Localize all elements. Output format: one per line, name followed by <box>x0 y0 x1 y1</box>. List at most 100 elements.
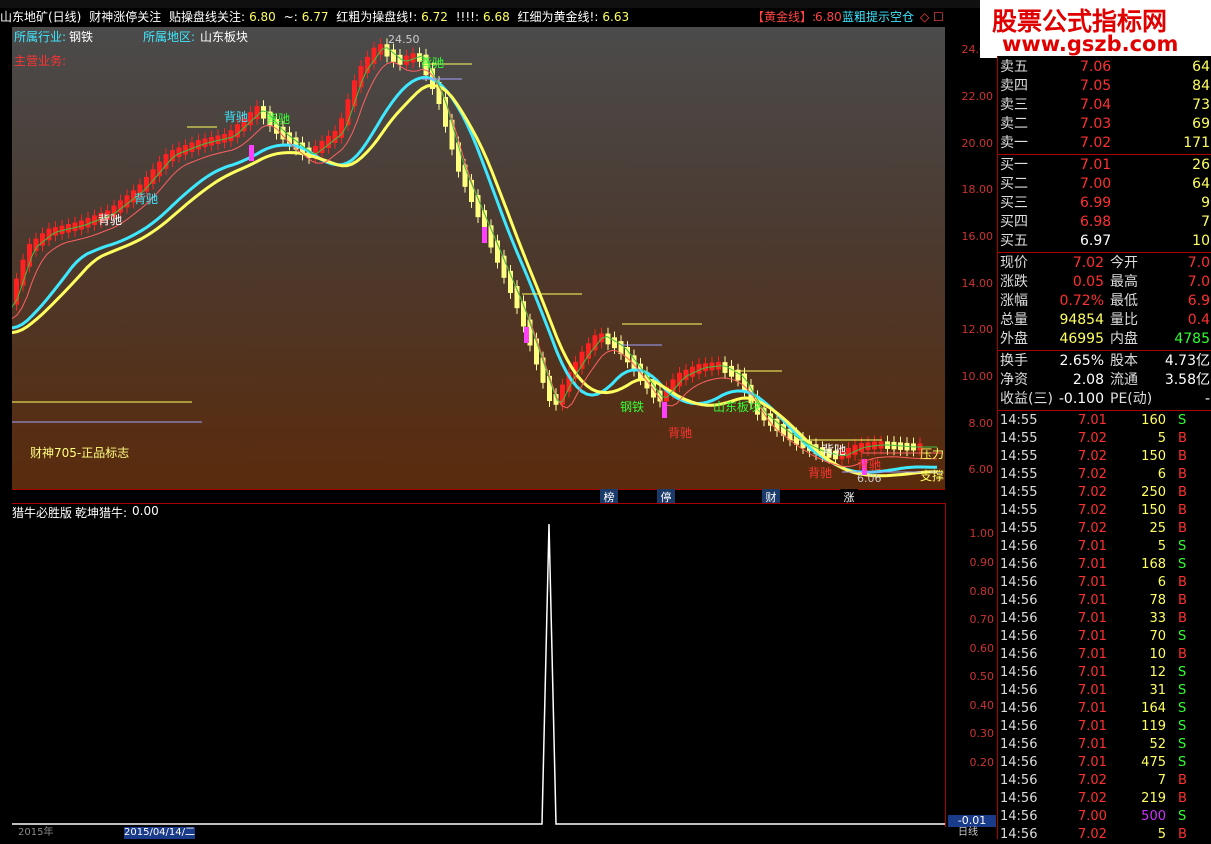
bid-price: 6.98 <box>1080 214 1112 230</box>
stats-row: 换手 2.65% 股本 4.73亿 <box>998 352 1211 371</box>
ask-volume: 69 <box>1192 116 1210 132</box>
line-label-3: 红粗为操盘线!: <box>336 10 418 24</box>
panel-toggle-icon[interactable]: ◇ ☐ <box>920 8 944 27</box>
ask-row[interactable]: 卖二 7.03 69 <box>998 115 1211 134</box>
ma-short-line <box>12 61 937 468</box>
price-tick-label: 16.00 <box>961 230 994 243</box>
quote-row: 涨跌 0.05 最高 7.0 <box>998 273 1211 292</box>
bid-label: 买一 <box>1000 157 1028 173</box>
tick-side: B <box>1178 773 1187 788</box>
tick-side: B <box>1178 593 1187 608</box>
tick-side: S <box>1178 413 1187 428</box>
ask-volume: 64 <box>1192 59 1210 75</box>
date-label[interactable]: 2015/04/14/二 <box>124 827 196 839</box>
price-tick-label: 18.00 <box>961 183 994 197</box>
tick-time: 14:56 <box>1000 611 1038 626</box>
divergence-tag: 背驰 <box>266 112 291 126</box>
tick-volume: 150 <box>1141 449 1166 464</box>
tick-volume: 31 <box>1149 683 1166 698</box>
tick-side: B <box>1178 521 1187 536</box>
divergence-tag: 背驰 <box>420 56 445 70</box>
tick-time: 14:56 <box>1000 827 1038 842</box>
trade-tick-row: 14:56 7.01 119 S <box>998 718 1211 736</box>
signal-bang[interactable]: 榜 <box>600 489 618 504</box>
bid-row[interactable]: 买四 6.98 7 <box>998 213 1211 232</box>
quote-row: 现价 7.02 今开 7.0 <box>998 254 1211 273</box>
tick-volume: 164 <box>1141 701 1166 716</box>
tick-price: 7.01 <box>1078 539 1107 554</box>
trade-tick-row: 14:55 7.02 6 B <box>998 466 1211 484</box>
quote-label: 涨跌 <box>1000 274 1028 290</box>
tick-time: 14:55 <box>1000 503 1038 518</box>
tick-side: B <box>1178 647 1187 662</box>
bid-label: 买三 <box>1000 195 1028 211</box>
trade-tick-row: 14:55 7.02 5 B <box>998 430 1211 448</box>
quote-label: 外盘 <box>1000 331 1028 347</box>
ask-row[interactable]: 卖三 7.04 73 <box>998 96 1211 115</box>
bid-volume: 26 <box>1192 157 1210 173</box>
region-label: 所属地区: <box>143 30 196 44</box>
quote-value-2: 7.0 <box>1187 274 1210 290</box>
ask-row[interactable]: 卖一 7.02 171 <box>998 134 1211 153</box>
tick-side: S <box>1178 557 1187 572</box>
indicator-tick-label: 0.60 <box>969 641 995 655</box>
candle-body <box>579 351 585 369</box>
trade-tick-row: 14:55 7.02 150 B <box>998 448 1211 466</box>
trade-tick-row: 14:56 7.01 10 B <box>998 646 1211 664</box>
tick-time: 14:56 <box>1000 665 1038 680</box>
ask-price: 7.03 <box>1080 116 1112 132</box>
indicator-axis: -0.01 1.00 0.90 0.80 0.70 0.60 0.50 0.40 0.30 0.… <box>945 503 998 827</box>
candle-body <box>605 333 611 345</box>
chart-title-bar: 山东地矿(日线) 财神涨停关注 贴操盘线关注: 6.80 ~: 6.77 红粗为操盘… <box>0 8 996 27</box>
candle-body <box>846 447 851 458</box>
tick-volume: 33 <box>1149 611 1166 626</box>
bid-row[interactable]: 买一 7.01 26 <box>998 156 1211 175</box>
trade-tick-row: 14:56 7.01 31 S <box>998 682 1211 700</box>
bid-row[interactable]: 买三 6.99 9 <box>998 194 1211 213</box>
kline-panel[interactable]: 所属行业: 钢铁 所属地区: 山东板块 主营业务: 财神705-正品标志 24.… <box>12 27 945 489</box>
ask-row[interactable]: 卖五 7.06 64 <box>998 58 1211 77</box>
indicator-panel[interactable]: 猎牛必胜版 乾坤猎牛: 0.00 <box>12 503 945 828</box>
tick-time: 14:56 <box>1000 647 1038 662</box>
tick-price: 7.01 <box>1078 575 1107 590</box>
quote-label: 涨幅 <box>1000 293 1028 309</box>
signal-zhang[interactable]: 涨 <box>840 489 858 504</box>
tick-volume: 10 <box>1149 647 1166 662</box>
divergence-tag: 背驰 <box>857 458 882 472</box>
logo-url: www.gszb.com <box>1002 32 1179 56</box>
tick-side: S <box>1178 701 1187 716</box>
bid-row[interactable]: 买五 6.97 10 <box>998 232 1211 251</box>
ask-volume: 73 <box>1192 97 1210 113</box>
signal-cai[interactable]: 财 <box>762 489 780 504</box>
indicator-bottom-value: -0.01 <box>948 815 996 827</box>
signal-ting[interactable]: 停 <box>657 489 675 504</box>
bid-row[interactable]: 买二 7.00 64 <box>998 175 1211 194</box>
tick-volume: 6 <box>1157 467 1166 482</box>
indicator-tick-label: 0.20 <box>969 756 995 769</box>
gold-line-value: 6.80 <box>815 10 842 24</box>
bid-price: 6.97 <box>1080 233 1112 249</box>
divergence-tag: 背驰 <box>224 110 249 124</box>
line-value-4: 6.68 <box>483 10 510 24</box>
tick-time: 14:56 <box>1000 575 1038 590</box>
trade-tick-row: 14:55 7.02 25 B <box>998 520 1211 538</box>
line-value-5: 6.63 <box>602 10 630 24</box>
tick-side: B <box>1178 611 1187 626</box>
tick-time: 14:55 <box>1000 413 1038 428</box>
tick-volume: 12 <box>1149 665 1166 680</box>
ask-label: 卖五 <box>1000 59 1028 75</box>
tick-volume: 219 <box>1141 791 1166 806</box>
period-label[interactable]: 日线 <box>958 827 978 839</box>
bid-price: 7.00 <box>1080 176 1112 192</box>
candle-body <box>384 44 390 57</box>
signal-strip: 榜 停 财 涨 <box>12 489 945 504</box>
quote-label-2: 今开 <box>1110 255 1138 271</box>
tick-time: 14:55 <box>1000 467 1038 482</box>
tick-price: 7.01 <box>1078 737 1107 752</box>
tick-side: B <box>1178 503 1187 518</box>
tick-price: 7.01 <box>1078 683 1107 698</box>
ask-row[interactable]: 卖四 7.05 84 <box>998 77 1211 96</box>
ask-price: 7.05 <box>1080 78 1112 94</box>
tick-side: S <box>1178 539 1187 554</box>
tick-price: 7.01 <box>1078 647 1107 662</box>
